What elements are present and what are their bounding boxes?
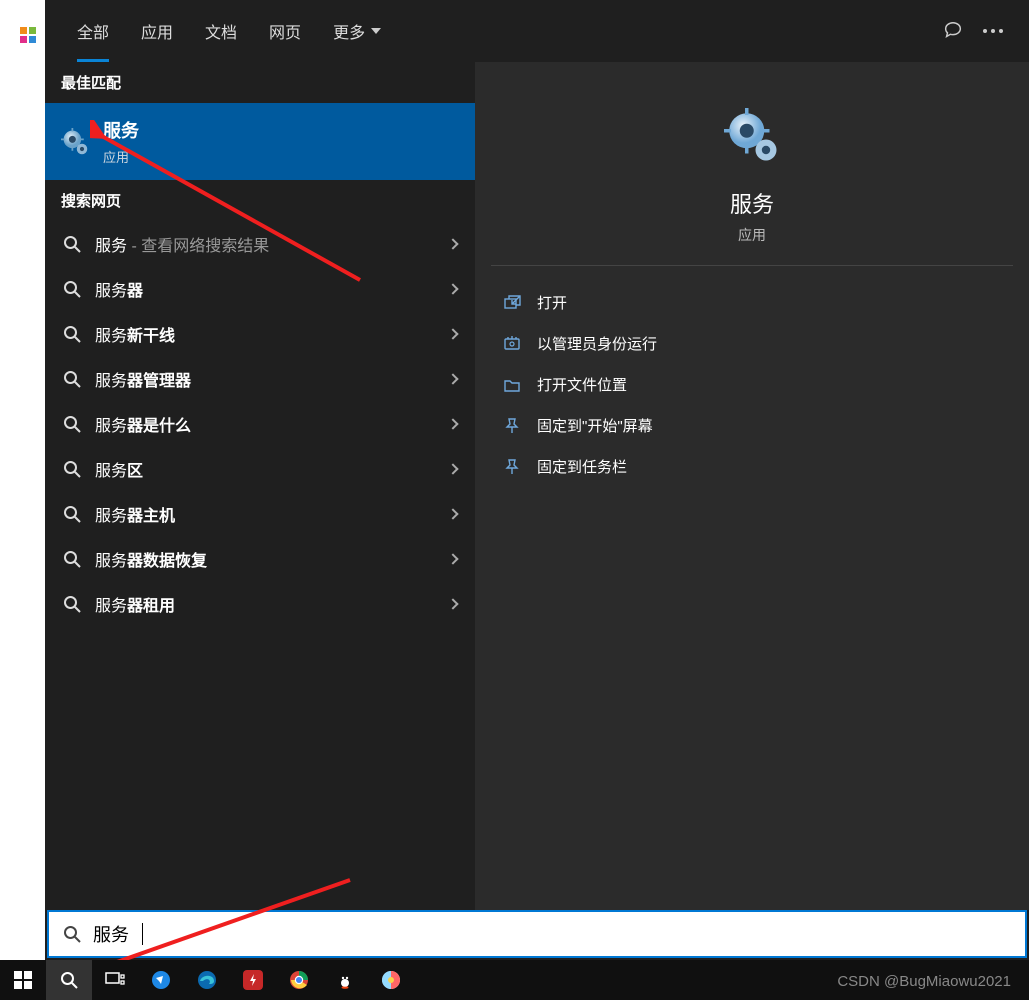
- search-query-text: 服务: [93, 921, 129, 947]
- chevron-down-icon: [371, 28, 381, 34]
- search-icon: [63, 325, 81, 343]
- suggestion-text: 服务新干线: [95, 322, 435, 346]
- web-suggestion-item[interactable]: 服务 - 查看网络搜索结果: [45, 221, 475, 266]
- tab-apps[interactable]: 应用: [125, 0, 189, 62]
- search-icon: [63, 415, 81, 433]
- search-icon: [63, 280, 81, 298]
- text-cursor: [142, 923, 143, 945]
- best-match-subtitle: 应用: [103, 147, 139, 166]
- chevron-right-icon: [447, 508, 458, 519]
- web-suggestion-item[interactable]: 服务新干线: [45, 311, 475, 356]
- tab-more[interactable]: 更多: [317, 0, 397, 62]
- tab-label: 文档: [205, 19, 237, 43]
- section-best-match-header: 最佳匹配: [45, 62, 475, 103]
- tab-label: 更多: [333, 19, 365, 43]
- taskbar-app-flash[interactable]: [230, 960, 276, 1000]
- pin-icon: [503, 458, 521, 476]
- suggestion-text: 服务区: [95, 457, 435, 481]
- detail-title: 服务: [491, 187, 1013, 219]
- action-pin-to-taskbar[interactable]: 固定到任务栏: [491, 446, 1013, 487]
- tab-documents[interactable]: 文档: [189, 0, 253, 62]
- chevron-right-icon: [447, 553, 458, 564]
- web-suggestion-item[interactable]: 服务器数据恢复: [45, 536, 475, 581]
- action-open-file-location[interactable]: 打开文件位置: [491, 364, 1013, 405]
- open-icon: [503, 294, 521, 312]
- detail-pane: 服务 应用 打开 以管理员身份运行 打开文件位置 固定到"开始: [475, 62, 1029, 910]
- tab-label: 应用: [141, 19, 173, 43]
- search-icon: [63, 595, 81, 613]
- suggestion-text: 服务器: [95, 277, 435, 301]
- action-pin-to-start[interactable]: 固定到"开始"屏幕: [491, 405, 1013, 446]
- taskbar-app-chrome[interactable]: [276, 960, 322, 1000]
- pin-icon: [503, 417, 521, 435]
- search-filter-tabs: 全部 应用 文档 网页 更多: [45, 0, 1029, 62]
- action-label: 固定到"开始"屏幕: [537, 415, 653, 436]
- start-button[interactable]: [0, 960, 46, 1000]
- web-suggestion-item[interactable]: 服务器管理器: [45, 356, 475, 401]
- chevron-right-icon: [447, 598, 458, 609]
- background-app-icon: [18, 25, 38, 45]
- taskbar-app-edge[interactable]: [184, 960, 230, 1000]
- section-web-header: 搜索网页: [45, 180, 475, 221]
- background-window-strip: [0, 0, 45, 960]
- taskbar-app-browser[interactable]: [368, 960, 414, 1000]
- taskbar-app-dingtalk[interactable]: [138, 960, 184, 1000]
- taskbar-search-button[interactable]: [46, 960, 92, 1000]
- action-label: 以管理员身份运行: [537, 333, 657, 354]
- taskbar-app-qq[interactable]: [322, 960, 368, 1000]
- tab-label: 全部: [77, 19, 109, 43]
- feedback-button[interactable]: [933, 11, 973, 51]
- action-label: 固定到任务栏: [537, 456, 627, 477]
- web-suggestion-item[interactable]: 服务器是什么: [45, 401, 475, 446]
- tab-all[interactable]: 全部: [61, 0, 125, 62]
- chevron-right-icon: [447, 463, 458, 474]
- search-icon: [63, 505, 81, 523]
- search-icon: [63, 235, 81, 253]
- suggestion-text: 服务器是什么: [95, 412, 435, 436]
- action-open[interactable]: 打开: [491, 282, 1013, 323]
- tab-label: 网页: [269, 19, 301, 43]
- action-label: 打开文件位置: [537, 374, 627, 395]
- chevron-right-icon: [447, 373, 458, 384]
- watermark-text: CSDN @BugMiaowu2021: [837, 973, 1011, 990]
- web-suggestion-item[interactable]: 服务区: [45, 446, 475, 491]
- options-button[interactable]: [973, 11, 1013, 51]
- best-match-title: 服务: [103, 117, 139, 143]
- shield-admin-icon: [503, 335, 521, 353]
- web-suggestion-item[interactable]: 服务器租用: [45, 581, 475, 626]
- services-gear-icon: [61, 128, 89, 156]
- tab-web[interactable]: 网页: [253, 0, 317, 62]
- suggestion-text: 服务 - 查看网络搜索结果: [95, 232, 435, 256]
- results-list: 最佳匹配 服务 应用 搜索网页 服务 - 查看网络搜索结果 服务器: [45, 62, 475, 910]
- chevron-right-icon: [447, 283, 458, 294]
- detail-subtitle: 应用: [491, 225, 1013, 245]
- suggestion-text: 服务器管理器: [95, 367, 435, 391]
- suggestion-text: 服务器数据恢复: [95, 547, 435, 571]
- task-view-button[interactable]: [92, 960, 138, 1000]
- chevron-right-icon: [447, 418, 458, 429]
- search-input-box[interactable]: 服务: [47, 910, 1027, 958]
- action-run-as-admin[interactable]: 以管理员身份运行: [491, 323, 1013, 364]
- search-icon: [63, 550, 81, 568]
- detail-services-gear-icon: [724, 108, 780, 164]
- suggestion-text: 服务器租用: [95, 592, 435, 616]
- windows-search-panel: 全部 应用 文档 网页 更多 最佳匹配 服务 应用 搜索网页: [45, 0, 1029, 960]
- action-label: 打开: [537, 292, 567, 313]
- web-suggestion-item[interactable]: 服务器: [45, 266, 475, 311]
- search-icon: [63, 370, 81, 388]
- web-suggestion-item[interactable]: 服务器主机: [45, 491, 475, 536]
- search-icon: [63, 925, 81, 943]
- folder-location-icon: [503, 376, 521, 394]
- best-match-item[interactable]: 服务 应用: [45, 103, 475, 180]
- chevron-right-icon: [447, 238, 458, 249]
- suggestion-text: 服务器主机: [95, 502, 435, 526]
- search-icon: [63, 460, 81, 478]
- chevron-right-icon: [447, 328, 458, 339]
